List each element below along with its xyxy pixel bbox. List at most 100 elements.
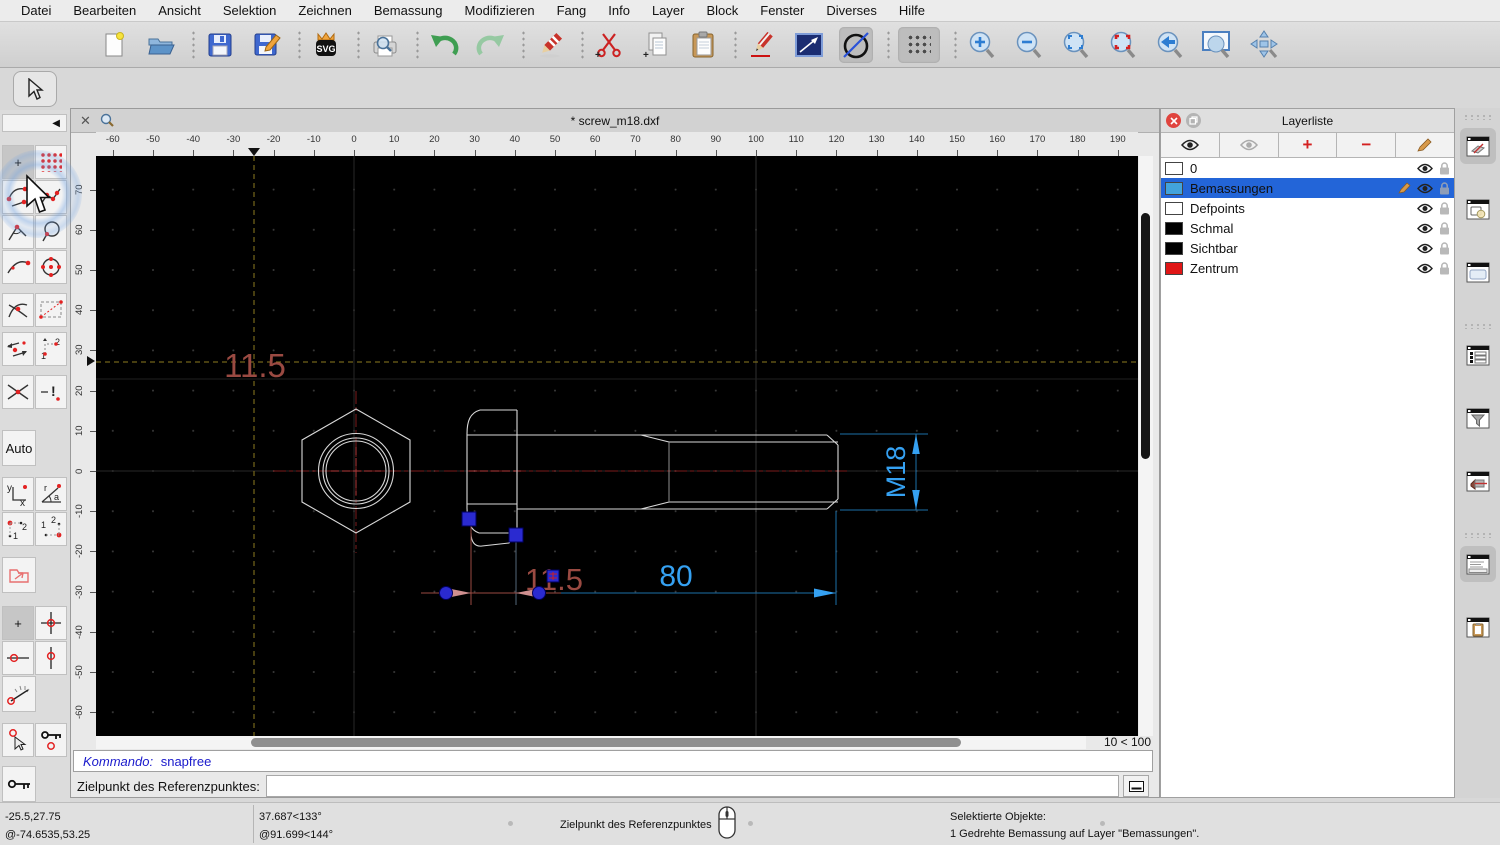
save-button[interactable]	[203, 27, 237, 63]
copy-button[interactable]: +	[639, 27, 673, 63]
restrict-horizontal-vertical-button[interactable]: 12	[35, 332, 67, 366]
new-file-button[interactable]	[97, 27, 131, 63]
horizontal-scroll-thumb[interactable]	[251, 738, 961, 747]
paste-button[interactable]	[686, 27, 720, 63]
drawing-canvas[interactable]: 80 M18 11.5 11.5	[96, 156, 1138, 736]
snap-distance-button[interactable]	[2, 250, 34, 284]
lock-button[interactable]	[2, 766, 36, 802]
layer-row[interactable]: Defpoints	[1161, 198, 1454, 218]
set-relative-zero-button[interactable]	[35, 606, 67, 640]
close-document-icon[interactable]: ✕	[80, 113, 91, 129]
notification-panel-button[interactable]	[1460, 463, 1496, 499]
command-widget-toggle-button[interactable]	[1123, 775, 1149, 797]
zoom-in-button[interactable]	[965, 27, 999, 63]
menu-datei[interactable]: Datei	[10, 3, 62, 18]
close-panel-button[interactable]	[1166, 113, 1181, 128]
menu-fang[interactable]: Fang	[546, 3, 598, 18]
add-layer-button[interactable]: +	[1278, 133, 1338, 157]
show-all-layers-button[interactable]	[1161, 133, 1220, 157]
entity-list-panel-button[interactable]	[1460, 337, 1496, 373]
menu-ansicht[interactable]: Ansicht	[147, 3, 212, 18]
snap-nothing-button[interactable]: !	[35, 375, 67, 409]
horizontal-scrollbar[interactable]	[96, 736, 1086, 749]
relative-zero-vertical-button[interactable]	[35, 641, 67, 675]
open-file-button[interactable]	[144, 27, 178, 63]
vertical-scroll-thumb[interactable]	[1141, 213, 1150, 459]
command-input[interactable]	[265, 775, 1119, 797]
layer-row[interactable]: Schmal	[1161, 218, 1454, 238]
line-tool-button[interactable]	[792, 27, 826, 63]
grid-toggle-button[interactable]	[898, 26, 940, 63]
layer-lock-icon[interactable]	[1439, 221, 1450, 235]
snap-perpendicular-button[interactable]	[2, 215, 34, 249]
menu-fenster[interactable]: Fenster	[749, 3, 815, 18]
zoom-previous-button[interactable]	[1153, 27, 1187, 63]
snap-on-entity-button[interactable]	[35, 180, 67, 214]
layer-visibility-eye-icon[interactable]	[1417, 183, 1433, 194]
pen-attributes-button[interactable]	[745, 27, 779, 63]
restrict-rectangle-button[interactable]	[35, 293, 67, 327]
selection-tool-button[interactable]	[13, 71, 57, 107]
menu-selektion[interactable]: Selektion	[212, 3, 287, 18]
snap-back-button[interactable]: ◀	[2, 114, 67, 132]
menu-block[interactable]: Block	[695, 3, 749, 18]
dock-handle[interactable]	[1462, 114, 1493, 120]
menu-bearbeiten[interactable]: Bearbeiten	[62, 3, 147, 18]
layer-row[interactable]: Sichtbar	[1161, 238, 1454, 258]
layer-visibility-eye-icon[interactable]	[1417, 163, 1433, 174]
relative-zero-free-button[interactable]: +	[2, 606, 34, 640]
snap-intersection-button[interactable]	[2, 293, 34, 327]
delete-button[interactable]	[533, 27, 567, 63]
menu-diverses[interactable]: Diverses	[815, 3, 888, 18]
filter-panel-button[interactable]	[1460, 400, 1496, 436]
restrict-action-button[interactable]	[2, 557, 36, 593]
draft-mode-button[interactable]	[839, 26, 873, 63]
export-svg-button[interactable]: SVG	[309, 27, 343, 63]
coordinates-absolute-button[interactable]: 12	[2, 512, 34, 546]
print-preview-button[interactable]	[368, 27, 402, 63]
layer-list-panel-button[interactable]	[1459, 128, 1496, 164]
layer-row[interactable]: 0	[1161, 158, 1454, 178]
layer-row[interactable]: Bemassungen	[1161, 178, 1454, 198]
layer-lock-icon[interactable]	[1439, 261, 1450, 275]
layer-lock-icon[interactable]	[1439, 181, 1450, 195]
menu-zeichnen[interactable]: Zeichnen	[287, 3, 362, 18]
layer-visibility-eye-icon[interactable]	[1417, 223, 1433, 234]
zoom-auto-button[interactable]	[1059, 27, 1093, 63]
menu-info[interactable]: Info	[597, 3, 641, 18]
zoom-pan-button[interactable]	[1247, 27, 1281, 63]
auto-snap-button[interactable]: Auto	[2, 430, 36, 466]
cut-button[interactable]: +	[592, 27, 626, 63]
snap-endpoint-button[interactable]	[2, 180, 34, 214]
restrict-orthogonal-button[interactable]	[2, 332, 34, 366]
coordinates-relative-button[interactable]: 12	[35, 512, 67, 546]
pick-relative-zero-button[interactable]	[2, 723, 34, 757]
layer-visibility-eye-icon[interactable]	[1417, 243, 1433, 254]
relative-zero-horizontal-button[interactable]	[2, 641, 34, 675]
edit-layer-button[interactable]	[1396, 133, 1454, 157]
command-line-panel-button[interactable]	[1459, 546, 1496, 582]
save-as-button[interactable]	[250, 27, 284, 63]
menu-modifizieren[interactable]: Modifizieren	[454, 3, 546, 18]
undo-button[interactable]	[427, 27, 461, 63]
block-list-panel-button[interactable]	[1460, 191, 1496, 227]
coordinates-cartesian-button[interactable]: yx	[2, 477, 34, 511]
snap-free-button[interactable]: +	[2, 145, 34, 179]
hide-all-layers-button[interactable]	[1219, 133, 1279, 157]
zoom-window-button[interactable]	[1200, 27, 1234, 63]
layer-visibility-eye-icon[interactable]	[1417, 263, 1433, 274]
snap-cross-button[interactable]	[2, 375, 34, 409]
menu-bemassung[interactable]: Bemassung	[363, 3, 454, 18]
lock-relative-zero-button[interactable]	[35, 723, 67, 757]
menu-layer[interactable]: Layer	[641, 3, 696, 18]
command-history[interactable]: Kommando: snapfree	[73, 750, 1153, 772]
redo-button[interactable]	[474, 27, 508, 63]
vertical-scrollbar[interactable]	[1139, 156, 1153, 736]
layer-lock-icon[interactable]	[1439, 241, 1450, 255]
menu-hilfe[interactable]: Hilfe	[888, 3, 936, 18]
layer-visibility-eye-icon[interactable]	[1417, 203, 1433, 214]
coordinates-polar-button[interactable]: ra	[35, 477, 67, 511]
library-browser-panel-button[interactable]	[1460, 254, 1496, 290]
float-panel-button[interactable]	[1186, 113, 1201, 128]
angle-gauge-button[interactable]	[2, 676, 36, 712]
